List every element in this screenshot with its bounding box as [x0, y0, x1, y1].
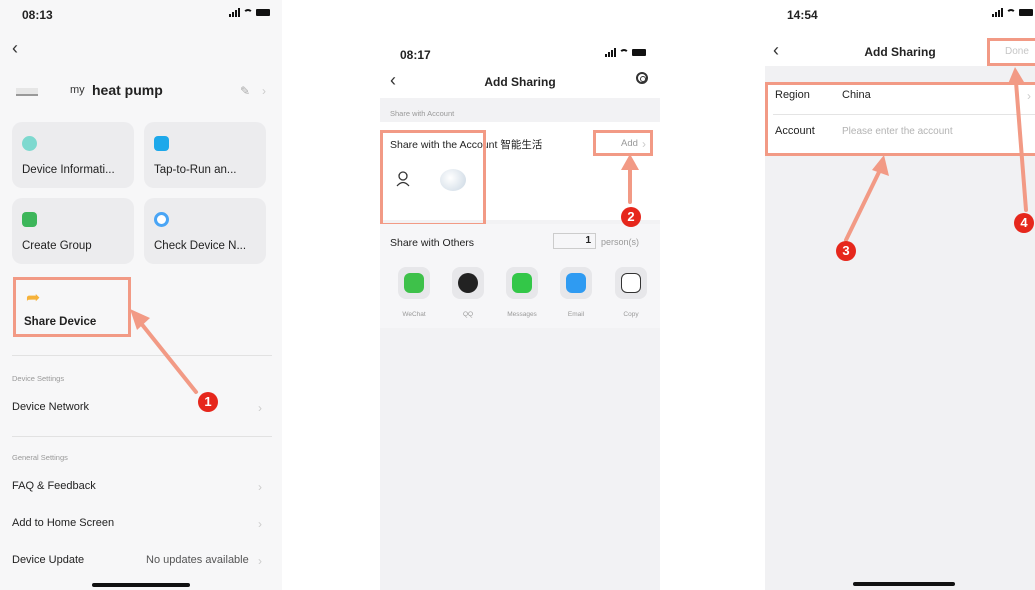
status-bar: 08:13	[0, 0, 282, 30]
battery-icon	[1019, 9, 1033, 16]
chevron-right-icon: ›	[1027, 89, 1031, 103]
shield-check-icon	[154, 136, 169, 151]
status-time: 14:54	[787, 8, 818, 22]
share-email-button[interactable]	[560, 267, 592, 299]
wechat-icon	[404, 273, 424, 293]
share-with-others-label: Share with Others	[390, 237, 475, 249]
share-arrow-icon: ➦	[26, 288, 41, 307]
section-device-settings: Device Settings	[12, 374, 65, 383]
divider	[773, 114, 1035, 115]
add-highlight	[593, 130, 653, 156]
chevron-right-icon: ›	[258, 554, 262, 568]
card-label: Device Informati...	[22, 164, 115, 176]
share-option-label: Copy	[623, 311, 639, 318]
card-label: Tap-to-Run an...	[154, 164, 237, 176]
device-prefix: my	[70, 84, 85, 96]
card-tap-to-run[interactable]: Tap-to-Run an...	[144, 122, 266, 188]
status-icons	[992, 8, 1033, 17]
section-general-settings: General Settings	[12, 453, 68, 462]
device-name: heat pump	[92, 82, 163, 98]
card-check-device-network[interactable]: Check Device N...	[144, 198, 266, 264]
device-header[interactable]: my heat pump ✎ ›	[12, 78, 272, 106]
copy-icon	[621, 273, 641, 293]
device-thumbnail	[16, 88, 38, 96]
chevron-right-icon: ›	[258, 517, 262, 531]
row-device-update[interactable]: Device Update	[12, 554, 84, 566]
share-device-button[interactable]: ➦ Share Device	[13, 277, 131, 337]
chevron-right-icon: ›	[258, 480, 262, 494]
divider	[12, 355, 272, 356]
chevron-right-icon: ›	[262, 84, 266, 98]
battery-icon	[256, 9, 270, 16]
wifi-icon	[1006, 8, 1016, 17]
status-bar: 14:54	[765, 0, 1035, 30]
share-copy-button[interactable]	[615, 267, 647, 299]
edit-pencil-icon[interactable]: ✎	[240, 84, 250, 98]
section-share-with-account: Share with Account	[390, 109, 455, 118]
row-add-to-home-screen[interactable]: Add to Home Screen	[12, 517, 114, 529]
back-button[interactable]: ‹	[12, 38, 18, 59]
network-check-icon	[154, 212, 169, 227]
step-badge-3: 3	[836, 241, 856, 261]
signal-icon	[229, 8, 240, 17]
battery-icon	[632, 49, 646, 56]
row-faq-feedback[interactable]: FAQ & Feedback	[12, 480, 96, 492]
share-qq-button[interactable]	[452, 267, 484, 299]
person-count-input[interactable]: 1	[553, 233, 596, 249]
card-create-group[interactable]: Create Group	[12, 198, 134, 264]
step-badge-4: 4	[1014, 213, 1034, 233]
home-indicator	[92, 583, 190, 587]
divider	[12, 436, 272, 437]
qq-icon	[458, 273, 478, 293]
signal-icon	[992, 8, 1003, 17]
tutorial-screenshot: 08:13 ‹ my heat pump ✎ › Device Informat…	[0, 0, 1035, 590]
region-label: Region	[775, 89, 810, 101]
status-icons	[605, 48, 646, 57]
messages-icon	[512, 273, 532, 293]
home-indicator	[853, 582, 955, 586]
group-add-icon	[22, 212, 37, 227]
card-device-information[interactable]: Device Informati...	[12, 122, 134, 188]
account-input[interactable]: Please enter the account	[842, 126, 953, 137]
step-badge-1: 1	[198, 392, 218, 412]
person-unit: person(s)	[601, 237, 640, 247]
row-device-network[interactable]: Device Network	[12, 401, 89, 413]
status-bar: 08:17	[380, 38, 660, 68]
share-device-label: Share Device	[24, 316, 97, 328]
settings-gear-icon[interactable]	[636, 72, 648, 84]
wifi-icon	[243, 8, 253, 17]
account-highlight	[380, 130, 486, 226]
device-update-status: No updates available	[146, 554, 249, 566]
share-messages-button[interactable]	[506, 267, 538, 299]
wifi-icon	[619, 48, 629, 57]
add-sharing-screen: 08:17 ‹ Add Sharing Share with Account S…	[380, 38, 660, 590]
step-badge-2: 2	[621, 207, 641, 227]
share-option-label: Messages	[507, 311, 537, 318]
email-icon	[566, 273, 586, 293]
card-label: Check Device N...	[154, 240, 247, 252]
account-label: Account	[775, 125, 815, 137]
chevron-right-icon: ›	[258, 401, 262, 415]
status-icons	[229, 8, 270, 17]
status-time: 08:13	[22, 8, 53, 22]
signal-icon	[605, 48, 616, 57]
info-icon	[22, 136, 37, 151]
region-value[interactable]: China	[842, 89, 871, 101]
done-highlight	[987, 38, 1035, 66]
page-title: Add Sharing	[484, 75, 556, 89]
device-settings-screen: 08:13 ‹ my heat pump ✎ › Device Informat…	[0, 0, 282, 590]
status-time: 08:17	[400, 48, 431, 62]
add-sharing-account-screen: 14:54 ‹ Add Sharing Done Region China › …	[765, 0, 1035, 590]
share-option-label: QQ	[462, 311, 474, 318]
card-label: Create Group	[22, 240, 92, 252]
share-option-label: Email	[567, 311, 585, 318]
share-wechat-button[interactable]	[398, 267, 430, 299]
share-option-label: WeChat	[402, 311, 426, 318]
